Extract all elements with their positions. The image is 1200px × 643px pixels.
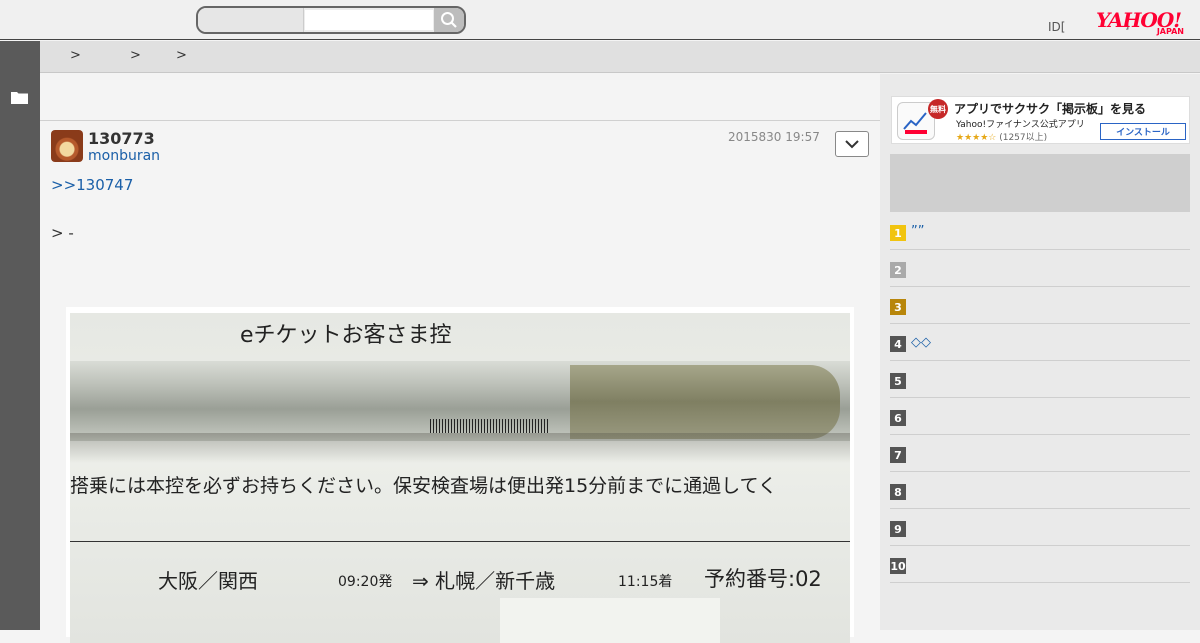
post-area: 130773 monburan 2015830 19:57 >>130747 >…	[40, 74, 880, 643]
ranking-item[interactable]: 8	[890, 472, 1190, 509]
ranking-number: 10	[890, 558, 906, 574]
ranking-item[interactable]: 10	[890, 546, 1190, 583]
paper-edge	[500, 598, 720, 643]
search-category-select[interactable]	[198, 8, 304, 32]
breadcrumb-separator: >	[176, 48, 187, 63]
ranking-number: 4	[890, 336, 906, 352]
ranking-number: 8	[890, 484, 906, 500]
ranking-item[interactable]: 9	[890, 509, 1190, 546]
ranking-item[interactable]: 2	[890, 250, 1190, 287]
ranking-item[interactable]: 6	[890, 398, 1190, 435]
user-id-label: ID[	[1048, 20, 1066, 34]
ranking-number: 9	[890, 521, 906, 537]
top-bar: ID[ ] YAHOO! JAPAN	[0, 0, 1200, 40]
ranking-item[interactable]: 5	[890, 361, 1190, 398]
post-username[interactable]: monburan	[88, 148, 160, 164]
ranking-label[interactable]: ◇◇	[911, 335, 931, 350]
post-number: 130773	[88, 129, 155, 148]
photo-ticket-notice: 搭乗には本控を必ずお持ちください。保安検査場は便出発15分前までに通過してく	[70, 475, 778, 497]
ticket-photo: eチケットお客さま控 搭乗には本控を必ずお持ちください。保安検査場は便出発15分…	[70, 313, 850, 643]
yahoo-japan-logo[interactable]: YAHOO! JAPAN	[1096, 10, 1188, 38]
photo-ticket-depart-time: 09:20発	[338, 574, 393, 590]
avatar[interactable]	[51, 130, 83, 162]
ranking-item[interactable]: 3	[890, 287, 1190, 324]
post-timestamp: 2015830 19:57	[728, 130, 820, 144]
search-icon	[441, 12, 457, 28]
ranking-item[interactable]: 1 ””	[890, 213, 1190, 250]
breadcrumb-separator: >	[130, 48, 141, 63]
ranking-number: 1	[890, 225, 906, 241]
search-button[interactable]	[434, 8, 464, 32]
star-rating-icon: ★★★★☆	[956, 133, 997, 143]
post-menu-button[interactable]	[835, 131, 869, 157]
pen-shadow	[70, 433, 850, 463]
folder-icon[interactable]	[11, 89, 28, 108]
logo-sub-text: JAPAN	[1156, 27, 1184, 36]
ad-rating: ★★★★☆ (1257以上)	[956, 130, 1047, 143]
sidebar: 無料 アプリでサクサク「掲示板」を見る Yahoo!ファイナンス公式アプリ ★★…	[880, 74, 1200, 630]
ranking-number: 6	[890, 410, 906, 426]
pen-grip-image	[570, 365, 840, 439]
reply-link[interactable]: >>130747	[51, 176, 133, 194]
breadcrumb-separator: >	[70, 48, 81, 63]
photo-ticket-arrive-time: 11:15着	[618, 574, 673, 590]
photo-ticket-rule	[70, 541, 850, 542]
free-badge: 無料	[928, 99, 948, 119]
ad-subtitle: Yahoo!ファイナンス公式アプリ	[956, 120, 1085, 130]
ad-review-count: (1257以上)	[999, 133, 1048, 143]
post-divider	[40, 120, 880, 121]
breadcrumb: > > >	[40, 41, 1200, 73]
ranking-item[interactable]: 4 ◇◇	[890, 324, 1190, 361]
search-box	[196, 6, 466, 34]
ranking-number: 5	[890, 373, 906, 389]
ranking-item[interactable]: 7	[890, 435, 1190, 472]
ad-title: アプリでサクサク「掲示板」を見る	[954, 102, 1147, 116]
ranking-number: 2	[890, 262, 906, 278]
chevron-down-icon	[845, 139, 859, 148]
app-ad-banner[interactable]: 無料 アプリでサクサク「掲示板」を見る Yahoo!ファイナンス公式アプリ ★★…	[891, 96, 1190, 144]
ranking-number: 3	[890, 299, 906, 315]
ranking-label[interactable]: ””	[911, 224, 924, 239]
photo-ticket-title: eチケットお客さま控	[240, 323, 452, 348]
left-rail	[0, 41, 40, 630]
post-quote: > -	[51, 224, 74, 242]
photo-ticket-booking: 予約番号:02	[704, 567, 822, 591]
install-button[interactable]: インストール	[1100, 123, 1186, 140]
photo-ticket-from: 大阪／関西	[158, 569, 258, 593]
post-image[interactable]: eチケットお客さま控 搭乗には本控を必ずお持ちください。保安検査場は便出発15分…	[66, 307, 854, 643]
barcode-image	[430, 419, 550, 433]
ad-placeholder	[890, 154, 1190, 212]
photo-ticket-to: ⇒ 札幌／新千歳	[412, 569, 556, 593]
search-input[interactable]	[305, 10, 433, 30]
ranking-number: 7	[890, 447, 906, 463]
